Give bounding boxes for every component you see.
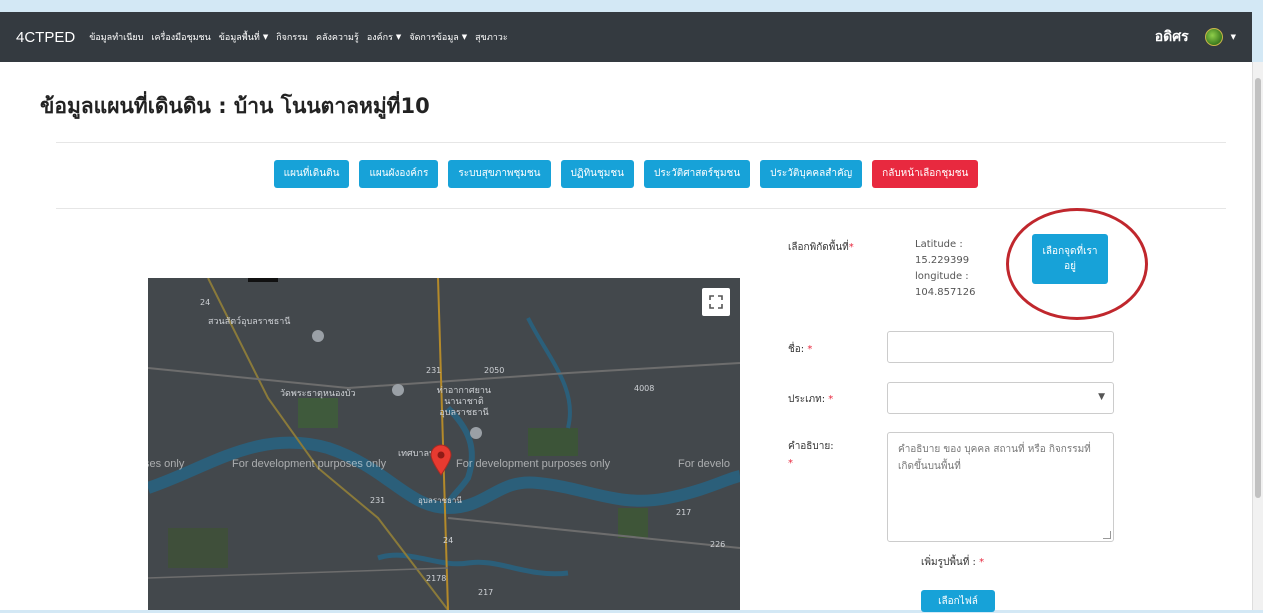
nav-link-area-data[interactable]: ข้อมูลพื้นที่ ▼ (219, 30, 268, 44)
fullscreen-button[interactable] (702, 288, 730, 316)
dev-watermark: For development purposes only (456, 458, 611, 470)
description-label: คำอธิบาย: * (788, 441, 834, 469)
road-sign: 217 (676, 508, 692, 517)
tab-org-chart[interactable]: แผนผังองค์กร (359, 160, 439, 188)
tab-calendar[interactable]: ปฏิทินชุมชน (560, 160, 635, 188)
tab-history[interactable]: ประวัติศาสตร์ชุมชน (644, 160, 751, 188)
nav-link-directory[interactable]: ข้อมูลทำเนียบ (89, 30, 143, 44)
road-sign: 2178 (426, 574, 447, 583)
road-sign: 4008 (634, 384, 655, 393)
user-menu[interactable]: อดิศร ▼ (1155, 26, 1236, 48)
dev-watermark: For develo (678, 458, 730, 470)
back-to-community-button[interactable]: กลับหน้าเลือกชุมชน (872, 160, 979, 188)
nav-link-activities[interactable]: กิจกรรม (276, 30, 308, 44)
name-input[interactable] (887, 331, 1114, 363)
type-label: ประเภท: * (788, 394, 834, 405)
road-sign: 231 (426, 366, 442, 375)
longitude-label: longitude : (915, 271, 969, 282)
username[interactable]: อดิศร (1155, 26, 1189, 48)
tab-key-persons[interactable]: ประวัติบุคคลสำคัญ (760, 160, 863, 188)
latitude-value: 15.229399 (915, 255, 970, 266)
road-sign: 24 (200, 298, 211, 307)
scrollbar-thumb[interactable] (1255, 78, 1261, 498)
latitude-label: Latitude : (915, 239, 963, 250)
nav-links: ข้อมูลทำเนียบ เครื่องมือชุมชน ข้อมูลพื้น… (89, 30, 508, 44)
caret-down-icon: ▼ (1230, 33, 1236, 41)
page-title: ข้อมูลแผนที่เดินดิน : บ้าน โนนตาลหมู่ที่… (40, 94, 430, 118)
description-textarea[interactable]: คำอธิบาย ของ บุคคล สถานที่ หรือ กิจกรรมท… (887, 432, 1114, 542)
tab-health-system[interactable]: ระบบสุขภาพชุมชน (448, 160, 551, 188)
divider (56, 142, 1226, 143)
road-sign: 217 (478, 588, 494, 597)
description-placeholder: คำอธิบาย ของ บุคคล สถานที่ หรือ กิจกรรมท… (898, 444, 1091, 472)
avatar[interactable] (1204, 28, 1223, 46)
tab-walking-map[interactable]: แผนที่เดินดิน (273, 160, 350, 188)
nav-link-community-tools[interactable]: เครื่องมือชุมชน (151, 30, 210, 44)
chevron-down-icon: ▼ (1098, 392, 1105, 402)
caret-down-icon: ▼ (395, 33, 402, 41)
nav-link-knowledge[interactable]: คลังความรู้ (316, 30, 359, 44)
map-label-airport: ท่าอากาศยาน นานาชาติ อุบลราชธานี (436, 386, 492, 418)
map-label-temple: วัดพระธาตุหนองบัว (280, 389, 356, 399)
map-label-zoo: สวนสัตว์อุบลราชธานี (208, 317, 291, 327)
road-sign: 2050 (484, 366, 505, 375)
dev-watermark: For development purposes only (232, 458, 387, 470)
fullscreen-icon (709, 295, 723, 309)
coordinates: Latitude : 15.229399 longitude : 104.857… (915, 237, 975, 301)
nav-link-wellbeing[interactable]: สุขภาวะ (475, 30, 508, 44)
photo-label: เพิ่มรูปพื้นที่ : * (921, 557, 985, 568)
map-label-city: อุบลราชธานี (418, 496, 462, 505)
divider (56, 208, 1226, 209)
name-label: ชื่อ: * (788, 344, 813, 355)
caret-down-icon: ▼ (461, 33, 468, 41)
longitude-value: 104.857126 (915, 287, 976, 298)
choose-file-button[interactable]: เลือกไฟล์ (921, 590, 995, 612)
caret-down-icon: ▼ (262, 33, 269, 41)
location-label: เลือกพิกัดพื้นที่* (788, 242, 854, 253)
nav-link-organization[interactable]: องค์กร ▼ (367, 30, 402, 44)
brand-logo[interactable]: 4CTPED (16, 29, 75, 46)
resize-handle-icon[interactable] (1103, 531, 1111, 539)
highlight-circle (1006, 208, 1148, 320)
road-sign: 226 (710, 540, 726, 549)
map-pin-icon[interactable] (430, 444, 452, 476)
scrollbar[interactable] (1252, 62, 1263, 610)
map-view[interactable]: 24 สวนสัตว์อุบลราชธานี 231 2050 4008 วัด… (148, 278, 740, 610)
nav-link-manage-data[interactable]: จัดการข้อมูล ▼ (409, 30, 467, 44)
road-sign: 24 (443, 536, 454, 545)
road-sign: 231 (370, 496, 386, 505)
dev-watermark: ses only (148, 458, 185, 470)
section-tabs: แผนที่เดินดิน แผนผังองค์กร ระบบสุขภาพชุม… (0, 160, 1252, 188)
top-navbar: 4CTPED ข้อมูลทำเนียบ เครื่องมือชุมชน ข้อ… (0, 12, 1252, 62)
type-select[interactable]: ▼ (887, 382, 1114, 414)
